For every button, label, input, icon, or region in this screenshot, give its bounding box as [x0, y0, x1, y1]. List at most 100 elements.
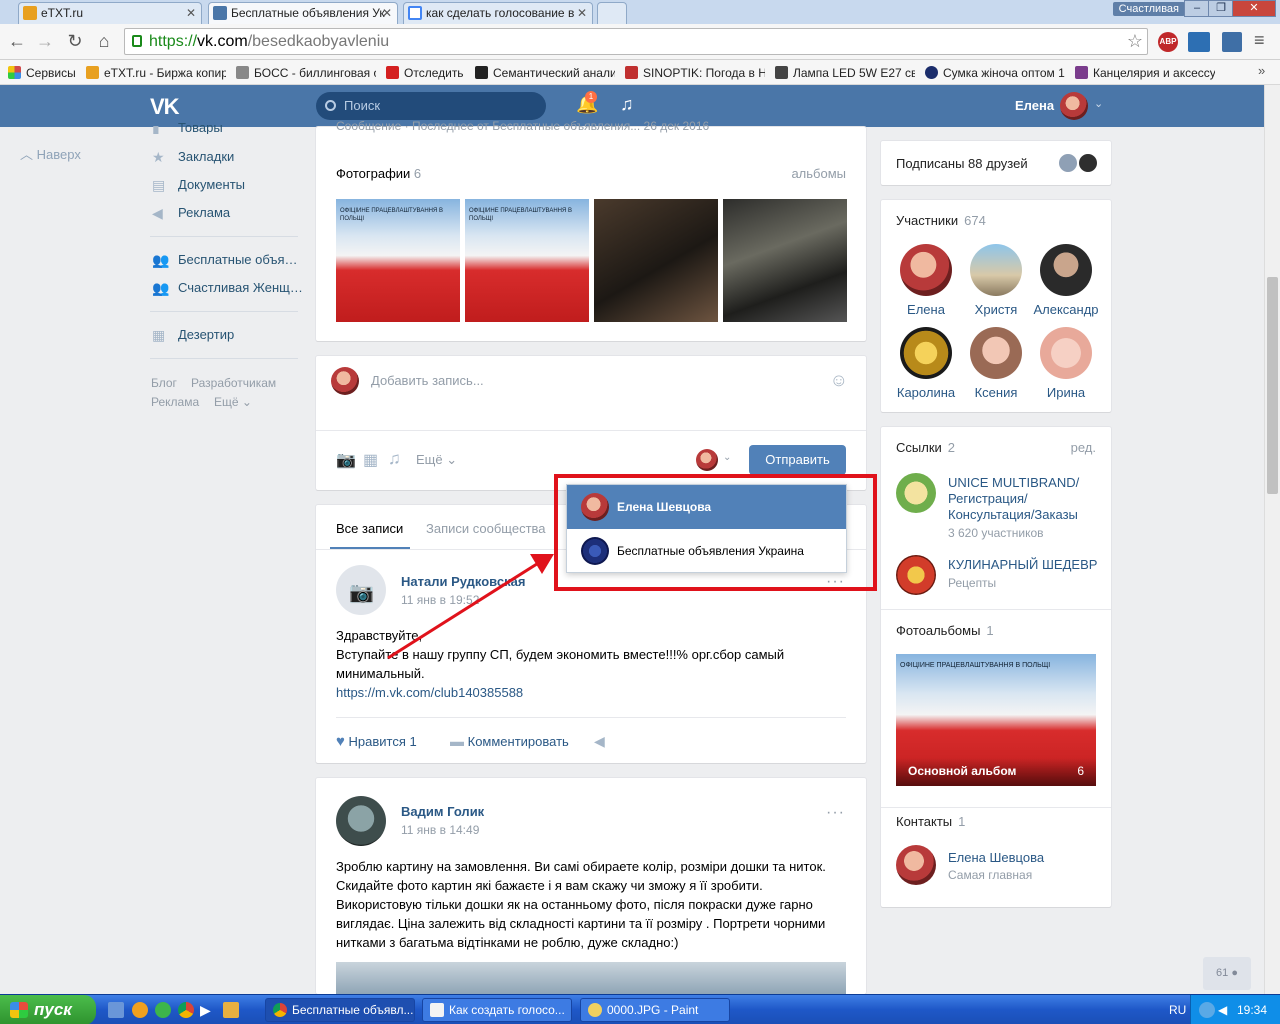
tray-icon[interactable]: [1199, 1002, 1215, 1018]
tab-all-posts[interactable]: Все записи: [336, 521, 403, 536]
post-date[interactable]: 11 янв в 14:49: [401, 823, 479, 837]
photo-thumbnail[interactable]: [594, 199, 718, 322]
album-cover[interactable]: ОФІЦІЙНЕ ПРАЦЕВЛАШТУВАННЯ В ПОЛЬЩІ Основ…: [896, 654, 1096, 786]
post-image[interactable]: [336, 962, 846, 994]
bookmark-item[interactable]: Отследить: [386, 65, 466, 81]
reload-icon[interactable]: ↻: [64, 30, 86, 52]
bookmark-item[interactable]: БОСС - биллинговая о: [236, 65, 376, 81]
photo-thumbnail[interactable]: ОФІЦІЙНЕ ПРАЦЕВЛАШТУВАННЯ В ПОЛЬЩІ: [465, 199, 589, 322]
tab-community-posts[interactable]: Записи сообщества: [426, 521, 546, 536]
bookmark-star-icon[interactable]: ☆: [1127, 29, 1143, 54]
extension-icon[interactable]: [1188, 32, 1210, 52]
albums-link[interactable]: альбомы: [791, 166, 846, 181]
more-dots-icon[interactable]: ···: [826, 804, 845, 822]
composer-input[interactable]: Добавить запись...: [371, 373, 484, 388]
photo-thumbnail[interactable]: ОФІЦІЙНЕ ПРАЦЕВЛАШТУВАННЯ В ПОЛЬЩІ: [336, 199, 460, 322]
vk-extension-icon[interactable]: [1222, 32, 1242, 52]
adblock-icon[interactable]: ABP: [1158, 32, 1178, 52]
share-icon[interactable]: ◀: [594, 733, 605, 750]
language-indicator[interactable]: RU: [1169, 1003, 1186, 1017]
menu-item-documents[interactable]: ▤ Документы: [150, 176, 245, 194]
bookmark-item[interactable]: Сервисы: [8, 65, 78, 81]
avatar[interactable]: [896, 845, 936, 885]
music-note-icon[interactable]: ♫: [388, 449, 401, 469]
close-tab-icon[interactable]: ✕: [186, 3, 196, 23]
music-icon[interactable]: ♫: [620, 94, 634, 115]
link-avatar[interactable]: [896, 473, 936, 513]
clock[interactable]: 19:34: [1237, 1003, 1267, 1017]
tab-google[interactable]: как сделать голосование в ✕: [403, 2, 593, 24]
more-attachments[interactable]: Ещё ⌄: [416, 452, 457, 468]
member-item[interactable]: Христя: [961, 244, 1031, 317]
bookmark-item[interactable]: SINOPTIK: Погода в Ни: [625, 65, 765, 81]
member-item[interactable]: Ксения: [961, 327, 1031, 400]
albums-title[interactable]: Фотоальбомы 1: [896, 623, 994, 638]
photo-thumbnail[interactable]: [723, 199, 847, 322]
photos-title[interactable]: Фотографии 6: [336, 166, 421, 181]
menu-item-goods[interactable]: ▮ Товары: [150, 121, 223, 134]
contact-name[interactable]: Елена Шевцова: [948, 850, 1044, 865]
chrome-icon[interactable]: [178, 1002, 194, 1018]
avatar[interactable]: [1060, 92, 1088, 120]
menu-icon[interactable]: ≡: [1254, 30, 1265, 51]
menu-item-bookmarks[interactable]: ★ Закладки: [150, 148, 234, 166]
link-title[interactable]: КУЛИНАРНЫЙ ШЕДЕВР: [948, 557, 1097, 572]
back-arrow-icon[interactable]: ←: [6, 30, 28, 52]
bookmark-item[interactable]: Сумка жіноча оптом 12: [925, 65, 1065, 81]
comment-button[interactable]: ▬ Комментировать: [450, 733, 569, 749]
menu-item-group[interactable]: 👥 Бесплатные объя…: [150, 251, 298, 269]
bookmark-item[interactable]: Лампа LED 5W E27 свет: [775, 65, 915, 81]
chevron-down-icon[interactable]: ⌄: [1094, 97, 1103, 110]
online-friends-button[interactable]: 61 ●: [1203, 957, 1251, 990]
smile-icon[interactable]: ☺: [830, 370, 848, 391]
send-button[interactable]: Отправить: [749, 445, 846, 475]
links-edit-link[interactable]: ред.: [1071, 440, 1096, 455]
scrollbar-thumb[interactable]: [1267, 277, 1278, 494]
footer-link-ads[interactable]: Реклама: [151, 395, 199, 409]
friends-subscribed-card[interactable]: Подписаны 88 друзей: [881, 141, 1111, 185]
search-input[interactable]: Поиск: [316, 92, 546, 120]
member-item[interactable]: Александр: [1031, 244, 1101, 317]
avatar[interactable]: [336, 796, 386, 846]
footer-link-dev[interactable]: Разработчикам: [191, 376, 276, 390]
author-selector-avatar[interactable]: [696, 449, 718, 471]
new-tab-button[interactable]: [597, 2, 627, 24]
close-tab-icon[interactable]: ✕: [382, 3, 392, 23]
post-author[interactable]: Вадим Голик: [401, 804, 484, 819]
post-link[interactable]: https://m.vk.com/club140385588: [336, 683, 836, 702]
chevron-down-icon[interactable]: ⌄: [723, 452, 731, 463]
quicklaunch-icon[interactable]: [132, 1002, 148, 1018]
camera-icon[interactable]: 📷: [336, 450, 356, 470]
start-button[interactable]: пуск: [0, 995, 96, 1024]
taskbar-item[interactable]: Как создать голосо...: [422, 998, 572, 1022]
menu-item-app[interactable]: ▦ Дезертир: [150, 326, 234, 344]
address-bar[interactable]: https://vk.com/besedkaobyavleniu ☆: [124, 28, 1148, 55]
bookmark-item[interactable]: Канцелярия и аксессуа: [1075, 65, 1215, 81]
footer-link-more[interactable]: Ещё ⌄: [214, 395, 252, 409]
taskbar-item[interactable]: 0000.JPG - Paint: [580, 998, 730, 1022]
menu-item-ads[interactable]: ◀ Реклама: [150, 204, 230, 222]
tab-vk[interactable]: Бесплатные объявления Ук ✕: [208, 2, 398, 24]
menu-item-group[interactable]: 👥 Счастливая Женщ…: [150, 279, 303, 297]
maximize-button[interactable]: ❐: [1208, 0, 1234, 17]
play-icon[interactable]: ▶: [200, 1002, 216, 1018]
member-item[interactable]: Ирина: [1031, 327, 1101, 400]
quicklaunch-icon[interactable]: [155, 1002, 171, 1018]
taskbar-item[interactable]: Бесплатные объявл...: [265, 998, 415, 1022]
like-button[interactable]: ♥ Нравится 1: [336, 733, 417, 750]
header-user-name[interactable]: Елена: [1015, 98, 1054, 113]
members-title[interactable]: Участники 674: [896, 213, 986, 228]
link-avatar[interactable]: [896, 555, 936, 595]
link-title[interactable]: UNICE MULTIBRAND/ Регистрация/ Консульта…: [948, 475, 1098, 523]
bookmark-item[interactable]: Семантический анализ: [475, 65, 615, 81]
scrollbar[interactable]: [1264, 85, 1280, 994]
close-window-button[interactable]: ✕: [1232, 0, 1276, 17]
avatar[interactable]: 📷: [336, 565, 386, 615]
tab-etxt[interactable]: eTXT.ru ✕: [18, 2, 202, 24]
member-item[interactable]: Каролина: [891, 327, 961, 400]
back-to-top-link[interactable]: ︿ Наверх: [20, 144, 81, 163]
volume-icon[interactable]: ◀: [1218, 1002, 1232, 1018]
member-item[interactable]: Елена: [891, 244, 961, 317]
home-icon[interactable]: ⌂: [93, 30, 115, 52]
more-bookmarks-icon[interactable]: »: [1258, 63, 1265, 78]
